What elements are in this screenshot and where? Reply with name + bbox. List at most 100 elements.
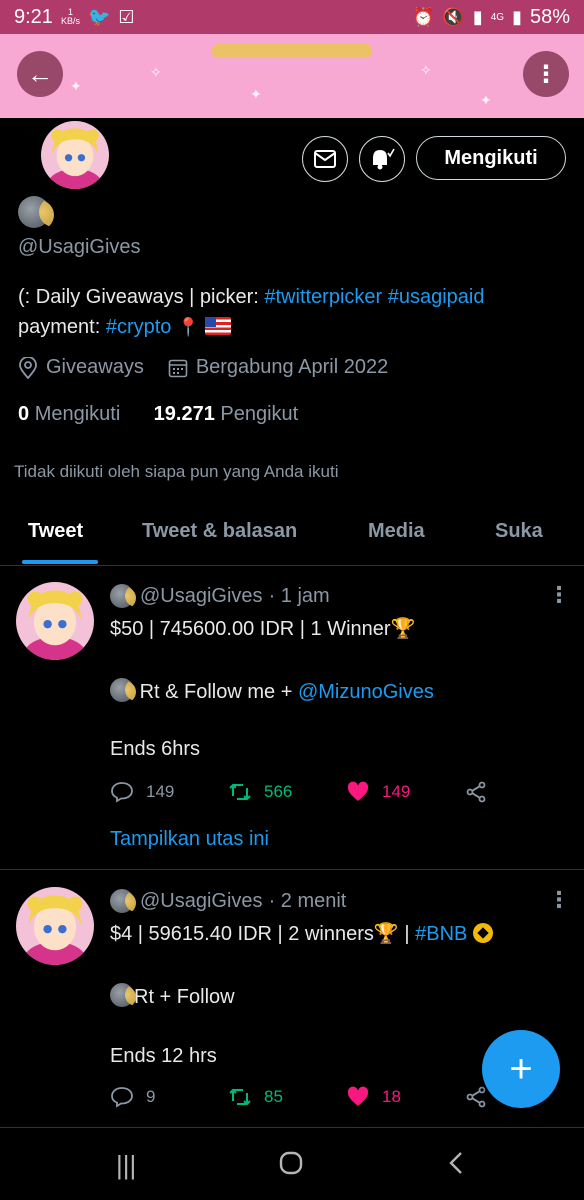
back-button[interactable]: ← — [17, 51, 63, 97]
arrow-left-icon: ← — [27, 58, 53, 89]
tweet-text-line: Rt & Follow me + @MizunoGives — [110, 678, 434, 704]
tweet-text-line: Ends 12 hrs — [110, 1045, 217, 1067]
share-icon — [466, 781, 486, 803]
tweet-text-line: $50 | 745600.00 IDR | 1 Winner🏆 — [110, 618, 416, 640]
reply-count: 9 — [146, 1087, 156, 1106]
mention-link[interactable]: @MizunoGives — [298, 681, 434, 703]
reply-icon — [111, 1087, 133, 1108]
retweet-count: 566 — [264, 782, 293, 801]
display-name-emoji — [18, 196, 50, 233]
recent-apps-button[interactable]: ||| — [116, 1150, 136, 1181]
network-type: 4G — [490, 11, 505, 23]
home-button[interactable] — [278, 1150, 304, 1183]
tweet-avatar[interactable] — [16, 582, 94, 660]
battery-level: 58% — [529, 5, 570, 28]
profile-tabs: Tweet Tweet & balasan Media Suka — [0, 508, 584, 566]
alarm-icon: ⏰ — [411, 6, 435, 27]
more-vertical-icon[interactable]: ⋮ — [548, 887, 570, 913]
sparkle-icon: ✦ — [250, 86, 262, 102]
tweet-avatar[interactable] — [16, 887, 94, 965]
pin-icon: 📍 — [176, 317, 200, 337]
retweet-button[interactable]: 85 — [228, 1085, 283, 1109]
followers-you-know-text: Tidak diikuti oleh siapa pun yang Anda i… — [14, 462, 339, 481]
home-icon — [279, 1151, 303, 1175]
tweet-handle[interactable]: @UsagiGives — [140, 585, 263, 608]
avatar-image — [41, 121, 109, 189]
like-count: 149 — [382, 782, 411, 801]
moon-icon — [110, 678, 134, 702]
moon-icon — [18, 196, 50, 228]
retweet-button[interactable]: 566 — [228, 780, 292, 804]
like-button[interactable]: 18 — [346, 1085, 401, 1109]
avatar-image — [16, 887, 94, 965]
compose-tweet-button[interactable]: + — [482, 1030, 560, 1108]
sparkle-icon: ✧ — [420, 62, 432, 78]
chevron-left-icon — [449, 1152, 462, 1174]
trophy-icon: 🏆 — [373, 923, 399, 945]
notify-button[interactable] — [359, 136, 405, 182]
moon-icon — [110, 584, 134, 608]
tab-tweet[interactable]: Tweet — [28, 520, 83, 543]
tweet-header: @UsagiGives · 2 menit — [110, 889, 346, 913]
location-pin-icon — [19, 356, 37, 379]
following-link[interactable]: 0 Mengikuti — [18, 403, 120, 425]
twitter-notification-icon: 🐦 — [87, 6, 111, 27]
tweet-text-line: Rt + Follow — [110, 983, 235, 1009]
followers-link[interactable]: 19.271 Pengikut — [154, 403, 299, 425]
profile-location: Giveaways — [46, 356, 144, 378]
like-button[interactable]: 149 — [346, 780, 410, 804]
active-tab-indicator — [22, 560, 98, 564]
profile-avatar[interactable] — [38, 118, 112, 192]
tweet-header: @UsagiGives · 1 jam — [110, 584, 330, 608]
status-bar: 9:21 1 KB/s 🐦 ☑ ⏰ 🔇 ▮ 4G ▮ 58% — [0, 0, 584, 34]
tab-tweet-replies[interactable]: Tweet & balasan — [142, 520, 297, 543]
network-speed: 1 KB/s — [60, 7, 80, 26]
bnb-coin-icon — [472, 923, 493, 943]
avatar-image — [16, 582, 94, 660]
moon-icon — [110, 983, 134, 1007]
tab-likes[interactable]: Suka — [495, 520, 543, 543]
show-thread-link[interactable]: Tampilkan utas ini — [110, 828, 269, 851]
checkbox-notification-icon: ☑ — [118, 6, 135, 27]
tweet-time: · 2 menit — [268, 889, 347, 912]
sparkle-icon: ✦ — [70, 78, 82, 94]
reply-count: 149 — [146, 782, 175, 801]
retweet-icon — [229, 783, 251, 801]
system-back-button[interactable] — [448, 1150, 464, 1183]
hashtag-link[interactable]: #BNB — [415, 923, 467, 945]
share-button[interactable] — [464, 1085, 488, 1109]
heart-icon — [347, 1086, 369, 1106]
share-button[interactable] — [464, 780, 488, 804]
status-time: 9:21 — [14, 5, 53, 28]
hashtag-link[interactable]: #crypto — [106, 316, 172, 338]
tab-media[interactable]: Media — [368, 520, 425, 543]
reply-icon — [111, 782, 133, 803]
retweet-icon — [229, 1088, 251, 1106]
signal-icon: ▮ — [472, 6, 483, 27]
banner-decoration — [212, 44, 372, 58]
calendar-icon — [168, 359, 188, 377]
share-icon — [466, 1086, 486, 1108]
following-button[interactable]: Mengikuti — [416, 136, 566, 180]
tweet-text-line: Ends 6hrs — [110, 738, 201, 760]
moon-icon — [110, 889, 134, 913]
reply-button[interactable]: 9 — [110, 1085, 155, 1109]
more-vertical-icon[interactable]: ⋮ — [548, 582, 570, 608]
profile-meta: Giveaways Bergabung April 2022 — [18, 356, 388, 379]
tweet-text-line: $4 | 59615.40 IDR | 2 winners🏆 | #BNB — [110, 921, 493, 946]
heart-icon — [347, 781, 369, 801]
tweet[interactable]: @UsagiGives · 1 jam ⋮ $50 | 745600.00 ID… — [0, 566, 584, 870]
follow-counts: 0 Mengikuti 19.271 Pengikut — [18, 403, 298, 426]
reply-button[interactable]: 149 — [110, 780, 174, 804]
more-options-button[interactable]: ⋮ — [523, 51, 569, 97]
hashtag-link[interactable]: #twitterpicker — [264, 286, 382, 308]
message-button[interactable] — [302, 136, 348, 182]
tweet-handle[interactable]: @UsagiGives — [140, 890, 263, 913]
hashtag-link[interactable]: #usagipaid — [388, 286, 485, 308]
android-nav-bar: ||| — [0, 1128, 584, 1200]
signal-icon-2: ▮ — [512, 6, 522, 27]
tweet-time: · 1 jam — [268, 584, 330, 607]
profile-join-date: Bergabung April 2022 — [195, 356, 389, 378]
sparkle-icon: ✧ — [150, 64, 162, 80]
retweet-count: 85 — [264, 1087, 283, 1106]
